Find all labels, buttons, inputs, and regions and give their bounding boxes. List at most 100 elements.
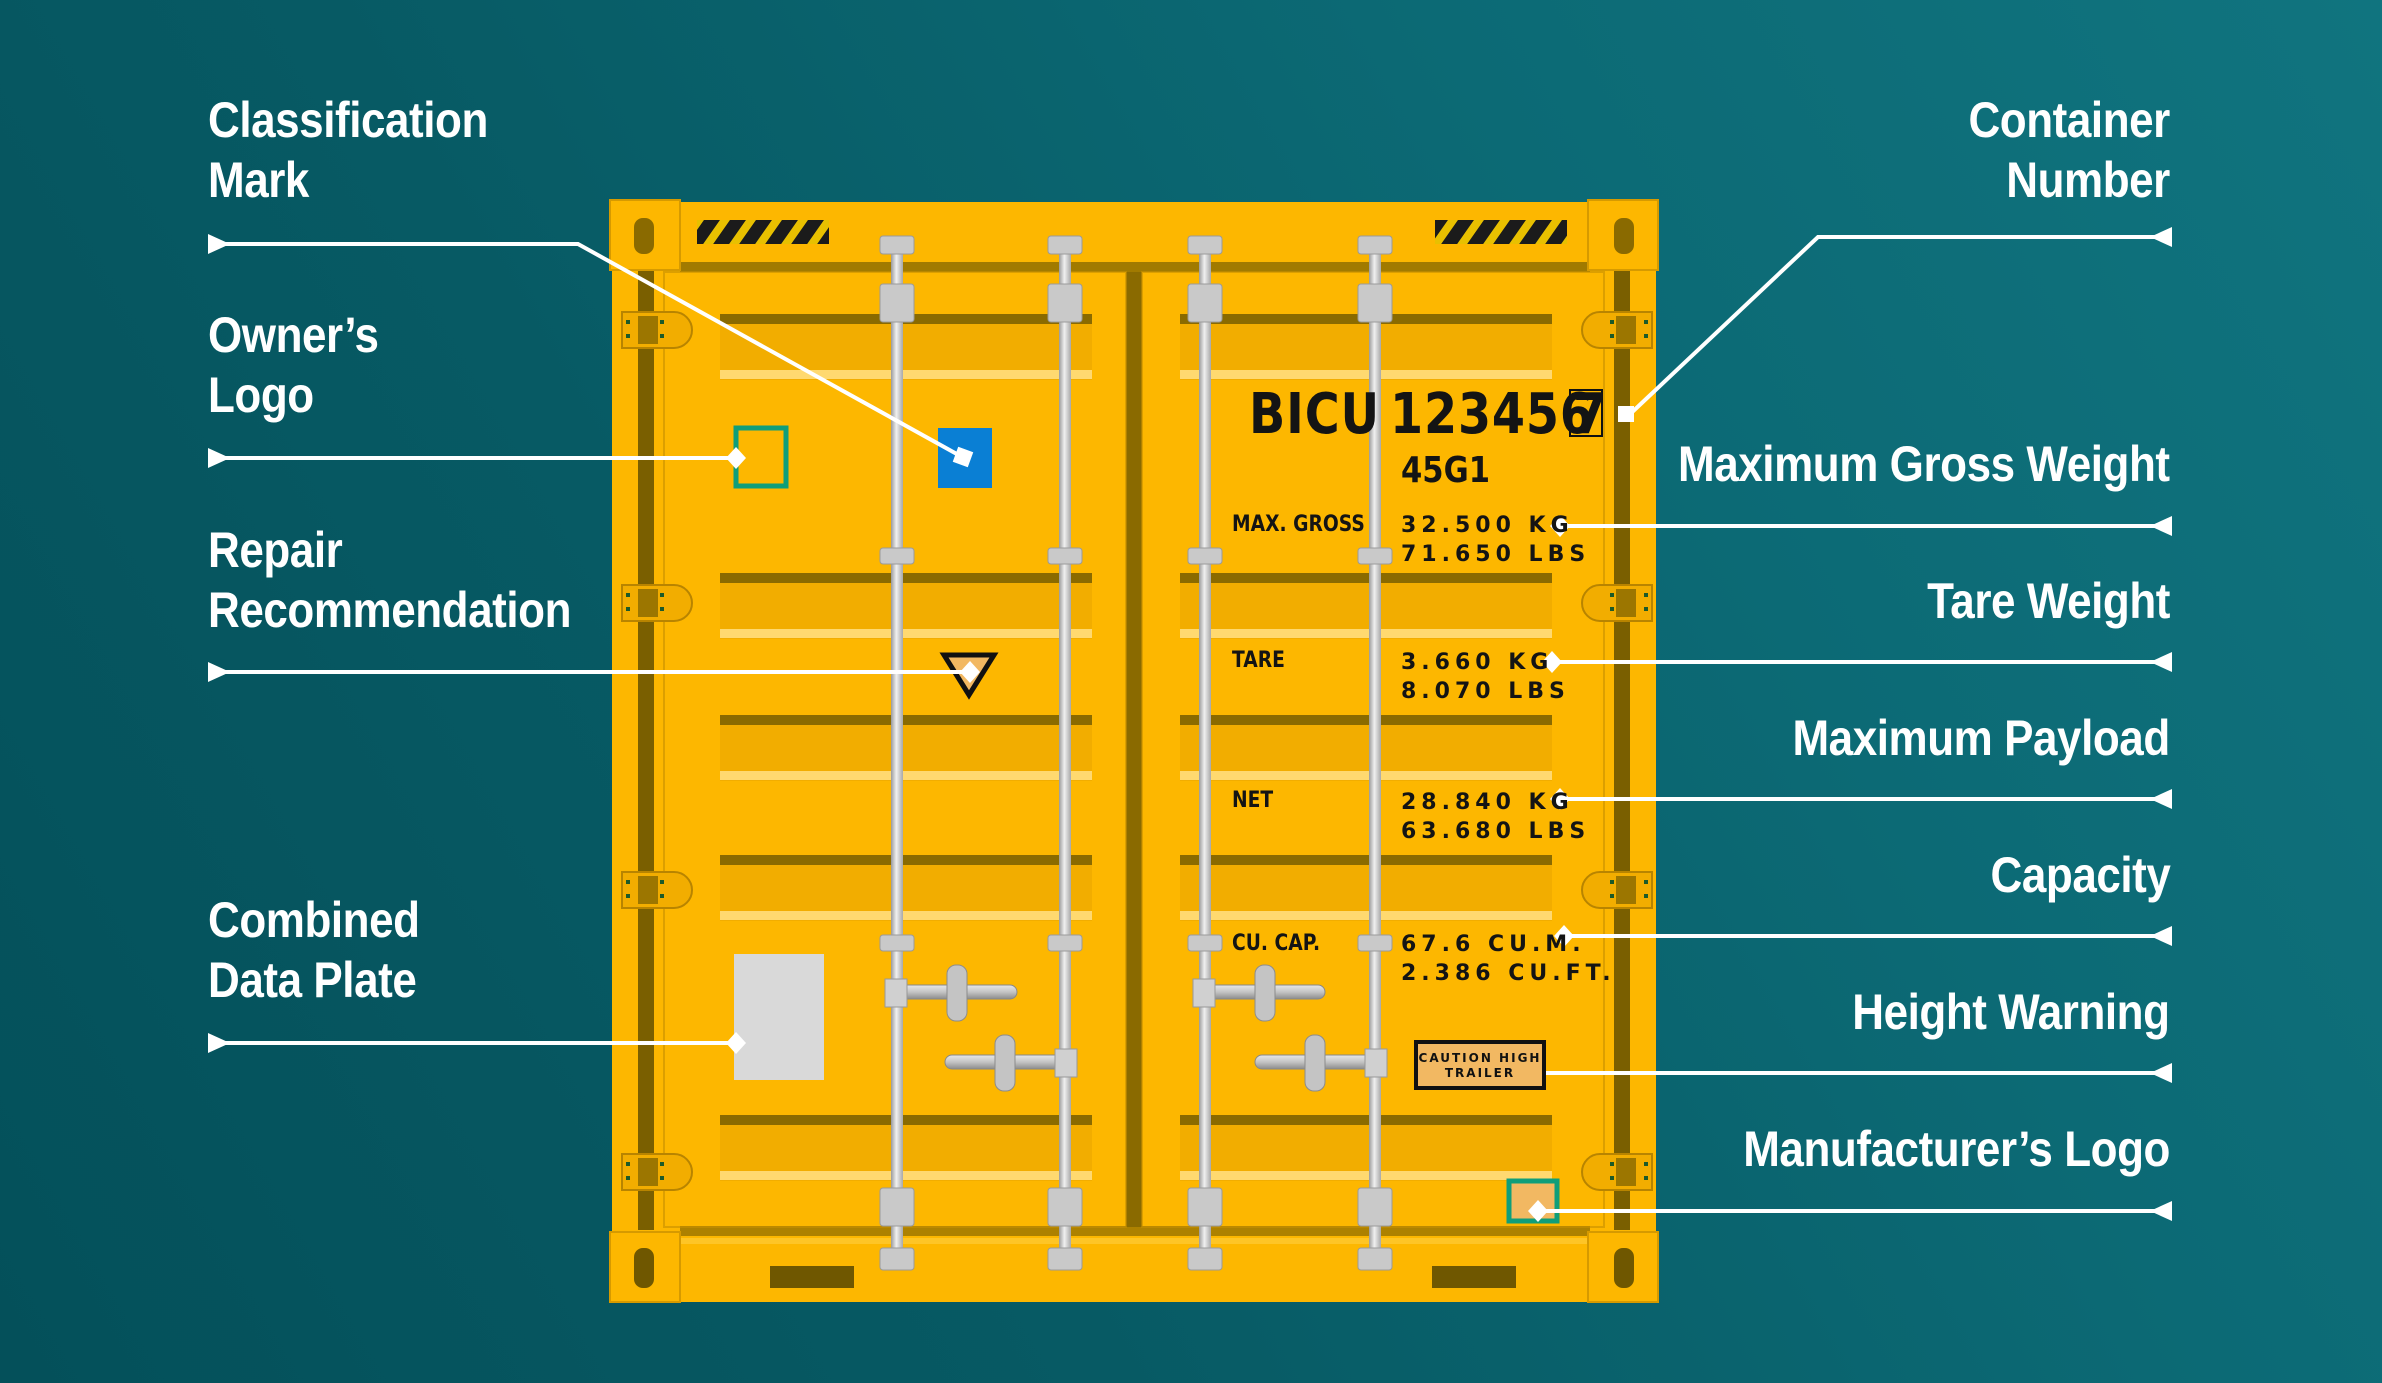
spec-value-lbs: 63.680 LBS bbox=[1401, 819, 1591, 844]
bar-bracket bbox=[879, 1247, 915, 1271]
label-line: Repair bbox=[208, 522, 343, 578]
spec-value-cum: 67.6 CU.M. bbox=[1401, 932, 1586, 957]
bar-bracket bbox=[1357, 1187, 1393, 1227]
bar-bracket bbox=[879, 235, 915, 255]
square-marker-icon bbox=[1618, 406, 1634, 422]
corrugation-panel bbox=[720, 314, 1092, 380]
serial-number: 123456 bbox=[1390, 382, 1594, 447]
bar-bracket bbox=[1047, 283, 1083, 323]
arrow-head-icon bbox=[2150, 926, 2172, 946]
type-code: 45G1 bbox=[1401, 450, 1490, 491]
corrugation-panel bbox=[720, 1115, 1092, 1181]
corrugation-panel bbox=[1180, 715, 1552, 781]
label-line: Logo bbox=[208, 367, 314, 423]
label-combined-data-plate: Combined Data Plate bbox=[208, 890, 420, 1010]
arrow-head-icon bbox=[2150, 789, 2172, 809]
bar-bracket bbox=[1357, 547, 1393, 565]
forklift-pocket bbox=[770, 1266, 854, 1288]
door-hinge bbox=[1581, 1153, 1653, 1191]
label-line: Mark bbox=[208, 152, 309, 208]
arrow-head-icon bbox=[208, 448, 230, 468]
corrugation-panel bbox=[1180, 573, 1552, 639]
arrow-head-icon bbox=[2150, 1063, 2172, 1083]
door-hinge bbox=[621, 584, 693, 622]
corner-casting bbox=[1587, 199, 1659, 271]
arrow-head-icon bbox=[208, 662, 230, 682]
door-hinge bbox=[621, 311, 693, 349]
bar-bracket bbox=[1187, 1187, 1223, 1227]
label-line: Data Plate bbox=[208, 952, 417, 1008]
label-line: Owner’s bbox=[208, 307, 379, 363]
caution-high-trailer-sticker: CAUTION HIGH TRAILER bbox=[1414, 1040, 1546, 1090]
bar-bracket bbox=[879, 1187, 915, 1227]
bar-bracket bbox=[1187, 547, 1223, 565]
spec-label: CU. CAP. bbox=[1232, 931, 1321, 956]
door-hinge bbox=[621, 871, 693, 909]
corner-casting bbox=[609, 199, 681, 271]
combined-data-plate bbox=[734, 954, 824, 1080]
spec-value-kg: 3.660 KG bbox=[1401, 650, 1554, 675]
label-container-number: Container Number bbox=[1968, 90, 2171, 210]
spec-value-kg: 32.500 KG bbox=[1401, 513, 1574, 538]
caution-line-2: TRAILER bbox=[1444, 1066, 1516, 1080]
corner-casting bbox=[609, 1231, 681, 1303]
corrugation-panel bbox=[720, 715, 1092, 781]
label-owners-logo: Owner’s Logo bbox=[208, 305, 379, 425]
corrugation-panel bbox=[720, 855, 1092, 921]
door-hinge bbox=[1581, 584, 1653, 622]
label-line: Number bbox=[2006, 152, 2170, 208]
label-maximum-gross-weight: Maximum Gross Weight bbox=[1678, 436, 2170, 492]
bar-bracket bbox=[879, 283, 915, 323]
bar-bracket bbox=[1357, 235, 1393, 255]
bar-bracket bbox=[1357, 1247, 1393, 1271]
label-manufacturers-logo: Manufacturer’s Logo bbox=[1743, 1121, 2170, 1177]
arrow-head-icon bbox=[2150, 652, 2172, 672]
spec-label: MAX. GROSS bbox=[1232, 512, 1365, 537]
arrow-head-icon bbox=[208, 1033, 230, 1053]
label-repair-recommendation: Repair Recommendation bbox=[208, 520, 571, 640]
spec-value-lbs: 8.070 LBS bbox=[1401, 679, 1570, 704]
bar-bracket bbox=[1047, 547, 1083, 565]
label-line: Classification bbox=[208, 92, 488, 148]
bar-bracket bbox=[1047, 235, 1083, 255]
spec-label: NET bbox=[1232, 788, 1274, 813]
forklift-pocket bbox=[1432, 1266, 1516, 1288]
bar-bracket bbox=[1047, 1247, 1083, 1271]
bar-bracket bbox=[879, 934, 915, 952]
door-hinge bbox=[621, 1153, 693, 1191]
label-classification-mark: Classification Mark bbox=[208, 90, 488, 210]
label-height-warning: Height Warning bbox=[1852, 984, 2171, 1040]
bar-bracket bbox=[1187, 235, 1223, 255]
spec-label: TARE bbox=[1232, 648, 1285, 673]
label-line: Combined bbox=[208, 892, 420, 948]
arrow-head-icon bbox=[2150, 227, 2172, 247]
label-capacity: Capacity bbox=[1990, 847, 2170, 903]
bar-bracket bbox=[1357, 283, 1393, 323]
corrugation-panel bbox=[1180, 1115, 1552, 1181]
check-digit: 7 bbox=[1573, 382, 1607, 447]
door-hinge bbox=[1581, 871, 1653, 909]
bar-bracket bbox=[1187, 934, 1223, 952]
label-maximum-payload: Maximum Payload bbox=[1792, 710, 2171, 766]
corrugation-panel bbox=[720, 573, 1092, 639]
spec-value-kg: 28.840 KG bbox=[1401, 790, 1574, 815]
label-line: Recommendation bbox=[208, 582, 572, 638]
hazard-stripes bbox=[1435, 220, 1567, 244]
hazard-stripes bbox=[697, 220, 829, 244]
corrugation-panel bbox=[1180, 314, 1552, 380]
bar-bracket bbox=[1187, 1247, 1223, 1271]
arrow-head-icon bbox=[2150, 1201, 2172, 1221]
corner-casting bbox=[1587, 1231, 1659, 1303]
label-line: Container bbox=[1968, 92, 2171, 148]
corrugation-panel bbox=[1180, 855, 1552, 921]
leader-container-number bbox=[1626, 235, 2170, 418]
spec-value-lbs: 71.650 LBS bbox=[1401, 542, 1591, 567]
label-tare-weight: Tare Weight bbox=[1927, 573, 2170, 629]
door-hinge bbox=[1581, 311, 1653, 349]
bar-bracket bbox=[1187, 283, 1223, 323]
owner-code: BICU bbox=[1249, 382, 1380, 447]
caution-line-1: CAUTION HIGH bbox=[1418, 1051, 1542, 1065]
arrow-head-icon bbox=[2150, 516, 2172, 536]
container-body bbox=[609, 199, 1659, 1303]
arrow-head-icon bbox=[208, 234, 230, 254]
